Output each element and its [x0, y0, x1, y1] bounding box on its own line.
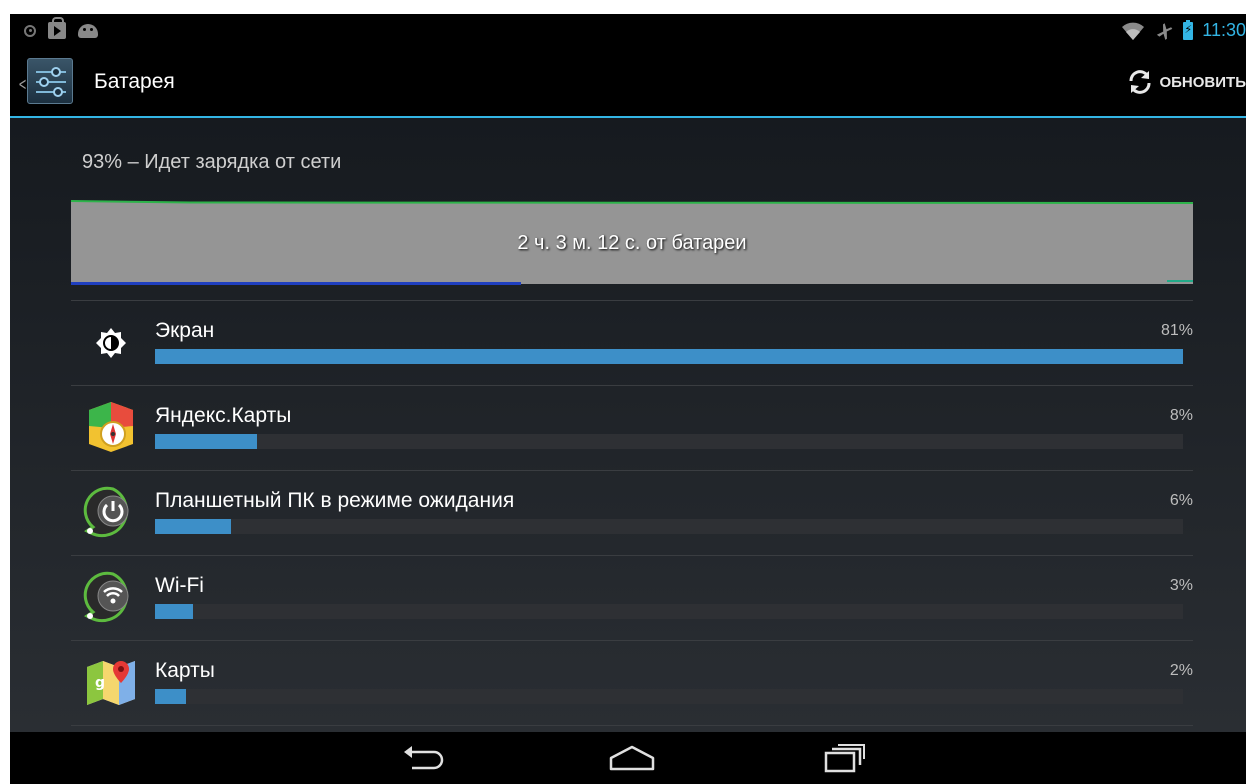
- home-button[interactable]: [602, 740, 662, 776]
- usage-bar: [155, 519, 1183, 534]
- list-item[interactable]: Экран 81%: [71, 300, 1193, 385]
- app-name: Экран: [155, 319, 215, 342]
- list-item-partial[interactable]: [71, 725, 1193, 732]
- usage-bar-fill: [155, 689, 186, 704]
- navigation-bar: [10, 732, 1246, 784]
- usage-bar: [155, 434, 1183, 449]
- action-bar: < Батарея ОБНОВИТЬ: [10, 48, 1246, 116]
- tablet-screen: 11:30 < Батарея ОБНОВИТЬ: [10, 14, 1246, 784]
- wifi-icon: [1122, 22, 1145, 40]
- usage-bar: [155, 349, 1183, 364]
- refresh-label: ОБНОВИТЬ: [1159, 73, 1246, 91]
- list-item[interactable]: Яндекс.Карты 8%: [71, 385, 1193, 470]
- app-name: Карты: [155, 659, 215, 682]
- app-name: Яндекс.Карты: [155, 404, 292, 427]
- yandex-maps-icon: [89, 402, 133, 452]
- notification-icons: [24, 17, 98, 39]
- list-item[interactable]: Планшетный ПК в режиме ожидания 6%: [71, 470, 1193, 555]
- graph-end-marker: [1167, 280, 1193, 282]
- list-item[interactable]: g Карты 2%: [71, 640, 1193, 725]
- status-bar: 11:30: [10, 14, 1246, 48]
- status-clock: 11:30: [1202, 20, 1246, 40]
- usage-percent: 81%: [1160, 322, 1193, 339]
- usage-percent: 3%: [1169, 577, 1193, 594]
- battery-summary: 93% – Идет зарядка от сети: [82, 151, 342, 173]
- battery-graph-label: 2 ч. 3 м. 12 с. от батареи: [517, 232, 747, 254]
- usage-percent: 6%: [1169, 492, 1193, 509]
- list-item[interactable]: Wi-Fi 3%: [71, 555, 1193, 640]
- system-icons: 11:30: [1121, 19, 1246, 41]
- play-store-icon: [48, 17, 66, 39]
- usage-percent: 8%: [1169, 407, 1193, 424]
- battery-history-graph[interactable]: 2 ч. 3 м. 12 с. от батареи: [71, 200, 1193, 285]
- google-maps-icon: g: [87, 661, 135, 705]
- usage-bar-fill: [155, 519, 232, 534]
- home-icon: [609, 745, 655, 771]
- usage-bar-fill: [155, 434, 257, 449]
- usage-bar: [155, 604, 1183, 619]
- usage-bar-fill: [155, 349, 1183, 364]
- standby-power-icon: [83, 486, 129, 538]
- battery-usage-content: 93% – Идет зарядка от сети 2 ч. 3 м. 12 …: [10, 118, 1246, 732]
- battery-charging-icon: [1183, 19, 1194, 40]
- back-icon: [404, 746, 444, 770]
- android-icon: [78, 23, 98, 38]
- up-navigation-icon[interactable]: <: [18, 74, 26, 95]
- settings-sliders-icon[interactable]: [27, 58, 73, 104]
- usage-bar: [155, 689, 1183, 704]
- app-name: Wi-Fi: [155, 574, 204, 597]
- recents-icon: [824, 744, 865, 773]
- charging-indicator-line: [71, 282, 521, 285]
- brightness-icon: [96, 328, 126, 358]
- back-button[interactable]: [392, 740, 452, 776]
- battery-level-line: [71, 200, 1193, 204]
- refresh-button[interactable]: ОБНОВИТЬ: [1125, 62, 1246, 102]
- usage-bar-fill: [155, 604, 194, 619]
- app-name: Планшетный ПК в режиме ожидания: [155, 489, 515, 512]
- wifi-icon: [83, 571, 129, 623]
- refresh-icon: [1129, 70, 1151, 94]
- airplane-mode-icon: [1157, 22, 1173, 40]
- notification-dot-icon: [24, 24, 36, 37]
- svg-text:g: g: [95, 675, 105, 691]
- recents-button[interactable]: [814, 740, 874, 776]
- usage-percent: 2%: [1169, 662, 1193, 679]
- page-title: Батарея: [94, 70, 175, 93]
